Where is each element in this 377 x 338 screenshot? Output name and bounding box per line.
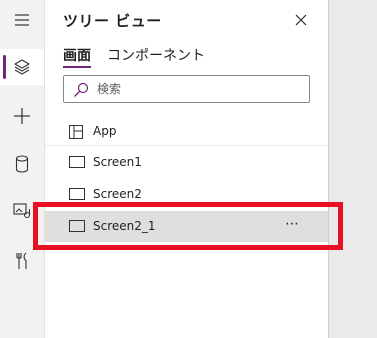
tree-item-screen2-1[interactable]: Screen2_1 ⋯ [45, 211, 328, 242]
divider [45, 145, 328, 146]
media-button[interactable] [0, 193, 44, 229]
search-box[interactable] [63, 75, 310, 103]
tree-item-screen1[interactable]: Screen1 [45, 147, 328, 178]
screen-icon [69, 156, 85, 171]
hamburger-menu-icon [15, 14, 29, 26]
search-icon [73, 82, 89, 102]
advanced-tools-button[interactable] [0, 243, 44, 279]
close-icon [295, 14, 307, 26]
tab-underline [63, 66, 91, 68]
canvas-area [328, 0, 377, 338]
tree-item-label: Screen1 [93, 155, 142, 169]
more-options-button[interactable]: ⋯ [285, 216, 300, 232]
tools-icon [16, 252, 27, 269]
database-icon [15, 155, 29, 173]
screen-icon [69, 188, 85, 203]
app-icon [69, 125, 83, 142]
tree-view-button[interactable] [0, 49, 44, 85]
tree-item-screen2[interactable]: Screen2 [45, 179, 328, 210]
insert-button[interactable] [0, 98, 44, 134]
plus-icon [14, 108, 30, 124]
tree-item-label: App [93, 124, 117, 138]
data-button[interactable] [0, 146, 44, 182]
left-nav-rail [0, 0, 45, 338]
tree-item-app[interactable]: App [45, 116, 328, 147]
media-icon [13, 203, 30, 218]
hamburger-menu-button[interactable] [0, 2, 44, 38]
panel-title: ツリー ビュー [63, 12, 162, 30]
screen-icon [69, 220, 85, 235]
tree-item-label: Screen2_1 [93, 219, 156, 233]
layers-icon [14, 59, 30, 75]
search-input[interactable] [97, 80, 302, 98]
close-button[interactable] [291, 10, 311, 30]
tree-view-panel: ツリー ビュー 画面 コンポーネント App [45, 0, 328, 338]
tree-item-label: Screen2 [93, 187, 142, 201]
active-indicator [3, 55, 6, 79]
tab-components[interactable]: コンポーネント [107, 45, 205, 65]
tab-screens[interactable]: 画面 [63, 45, 91, 65]
